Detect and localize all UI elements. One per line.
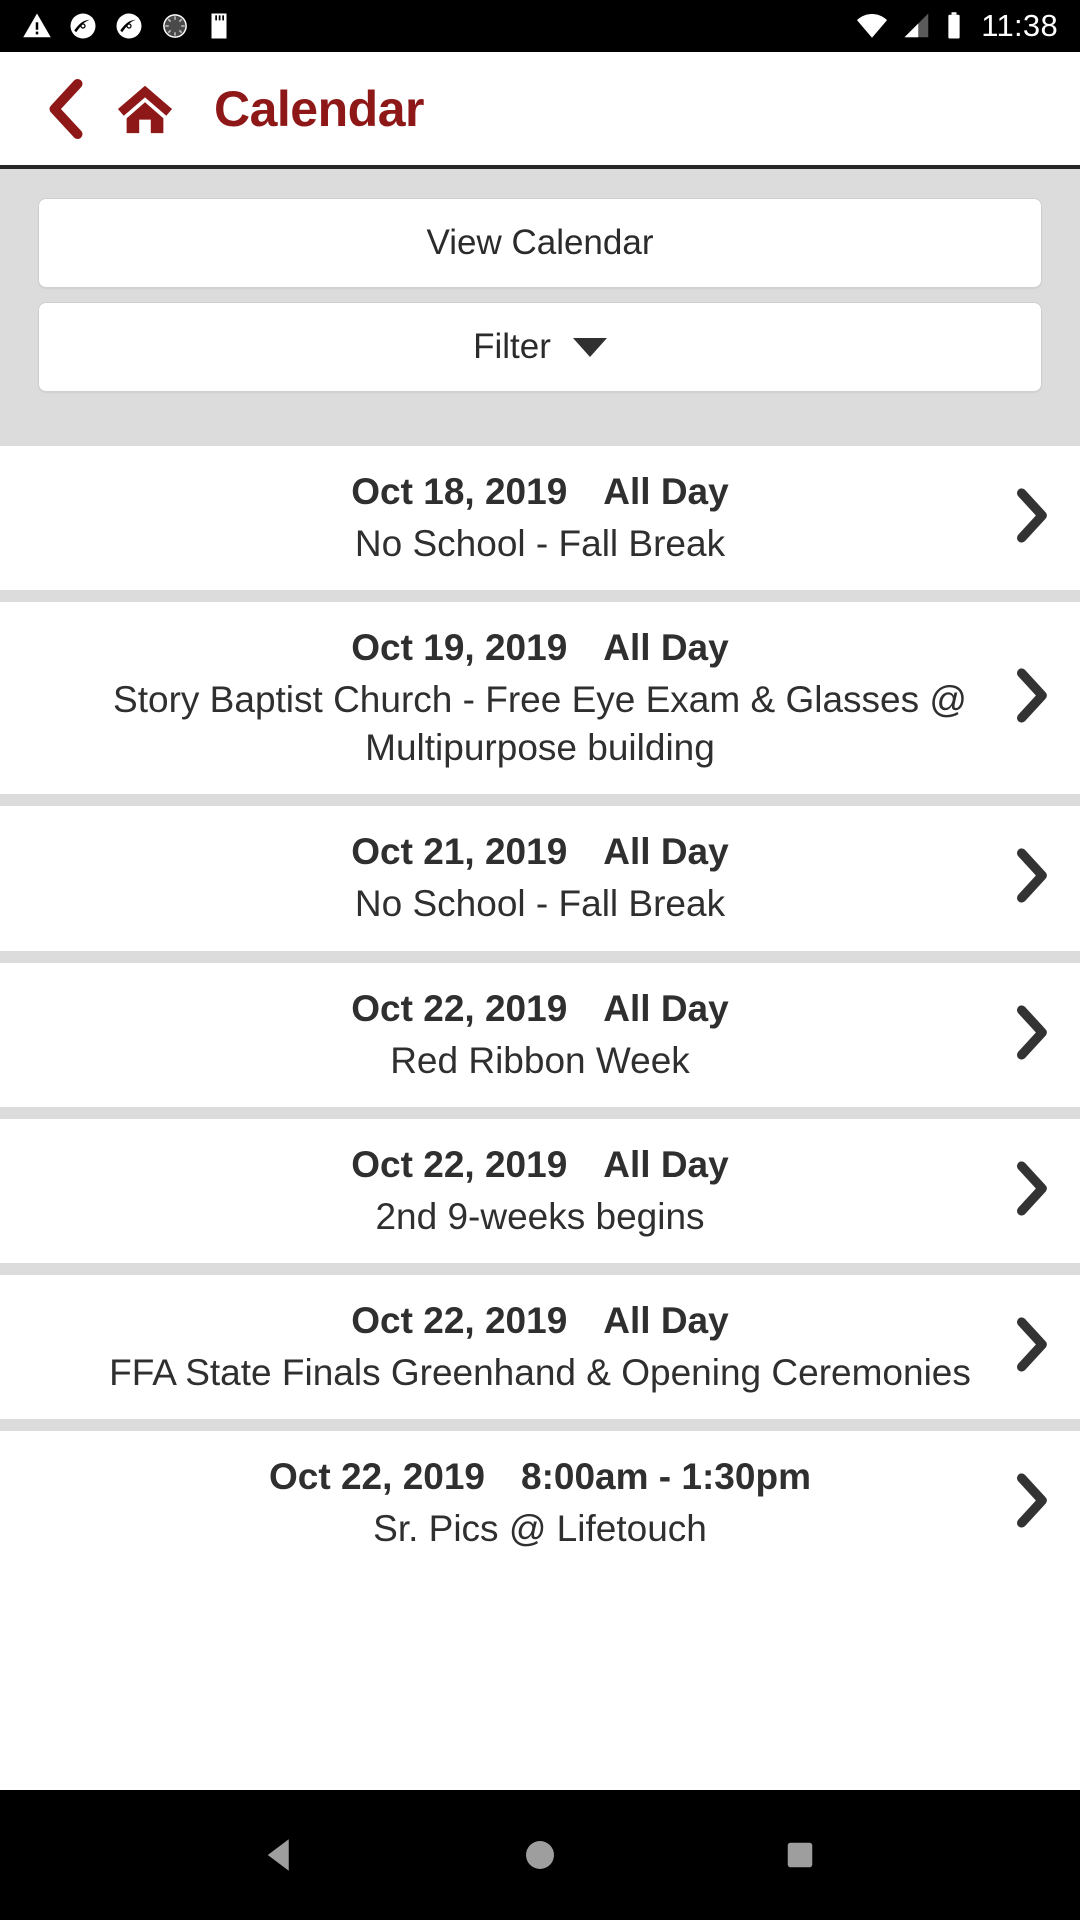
row-chevron-icon[interactable] — [1012, 1004, 1050, 1065]
home-icon[interactable] — [114, 80, 176, 138]
sync-icon — [70, 13, 96, 39]
event-text-block: Oct 22, 2019 8:00am - 1:30pm Sr. Pics @ Li… — [86, 1451, 994, 1553]
event-date: Oct 22, 2019 — [351, 1299, 568, 1341]
event-row[interactable]: Oct 22, 2019 8:00am - 1:30pm Sr. Pics @ Li… — [0, 1430, 1080, 1576]
page-title: Calendar — [214, 80, 424, 137]
wifi-icon — [857, 13, 888, 38]
event-meta: Oct 22, 2019 All Day — [86, 1295, 994, 1346]
event-text-block: Oct 21, 2019 All Day No School - Fall Brea… — [86, 826, 994, 928]
event-row[interactable]: Oct 21, 2019 All Day No School - Fall Brea… — [0, 806, 1080, 951]
event-title: Red Ribbon Week — [390, 1039, 690, 1081]
row-chevron-icon[interactable] — [1012, 668, 1050, 729]
event-meta: Oct 22, 2019 All Day — [86, 983, 994, 1034]
event-row[interactable]: Oct 18, 2019 All Day No School - Fall Brea… — [0, 446, 1080, 591]
event-row[interactable]: Oct 19, 2019 All Day Story Baptist Church … — [0, 602, 1080, 795]
cellular-signal-icon — [904, 13, 929, 38]
event-time: All Day — [603, 987, 729, 1029]
row-separator — [0, 1106, 1080, 1119]
row-chevron-icon[interactable] — [1012, 488, 1050, 549]
event-row[interactable]: Oct 22, 2019 All Day Red Ribbon Week — [0, 962, 1080, 1107]
event-title: No School - Fall Break — [354, 523, 726, 565]
row-chevron-icon[interactable] — [1012, 1160, 1050, 1221]
filter-button[interactable]: Filter — [38, 302, 1042, 392]
event-date: Oct 22, 2019 — [351, 987, 568, 1029]
android-nav-bar — [0, 1790, 1080, 1920]
event-row[interactable]: Oct 22, 2019 All Day 2nd 9-weeks begins — [0, 1118, 1080, 1263]
view-calendar-label: View Calendar — [426, 223, 654, 262]
back-chevron-icon[interactable] — [44, 78, 88, 140]
row-separator — [0, 1262, 1080, 1275]
event-text-block: Oct 22, 2019 All Day FFA State Finals Gree… — [86, 1295, 994, 1397]
event-title: FFA State Finals Greenhand & Opening Cer… — [109, 1351, 971, 1393]
event-date: Oct 22, 2019 — [351, 1143, 568, 1185]
event-meta: Oct 22, 2019 8:00am - 1:30pm — [86, 1451, 994, 1502]
row-separator — [0, 590, 1080, 603]
event-text-block: Oct 19, 2019 All Day Story Baptist Church … — [86, 622, 994, 772]
event-text-block: Oct 22, 2019 All Day Red Ribbon Week — [86, 983, 994, 1085]
warning-triangle-icon — [23, 13, 51, 38]
app-header: Calendar — [0, 52, 1080, 169]
filter-label: Filter — [473, 327, 551, 366]
event-time: 8:00am - 1:30pm — [521, 1455, 811, 1497]
event-time: All Day — [603, 471, 729, 512]
event-meta: Oct 18, 2019 All Day — [86, 466, 994, 517]
calendar-toolbar: View Calendar Filter — [0, 169, 1080, 446]
sd-card-icon — [211, 13, 227, 39]
nav-recents-square-icon[interactable] — [779, 1834, 821, 1876]
status-bar-right-icons: 11:38 — [855, 8, 1058, 44]
event-title: Sr. Pics @ Lifetouch — [373, 1507, 707, 1549]
sync-icon — [116, 13, 142, 39]
status-bar-left-icons — [22, 11, 232, 41]
event-text-block: Oct 18, 2019 All Day No School - Fall Brea… — [86, 466, 994, 568]
row-chevron-icon[interactable] — [1012, 848, 1050, 909]
loading-spinner-icon — [163, 14, 187, 38]
event-meta: Oct 21, 2019 All Day — [86, 826, 994, 877]
caret-down-icon — [572, 337, 607, 357]
event-list[interactable]: Oct 18, 2019 All Day No School - Fall Brea… — [0, 446, 1080, 1790]
event-date: Oct 18, 2019 — [351, 471, 568, 512]
event-date: Oct 22, 2019 — [269, 1455, 485, 1497]
status-bar: 11:38 — [0, 0, 1080, 52]
event-title: 2nd 9-weeks begins — [375, 1195, 705, 1237]
row-chevron-icon[interactable] — [1012, 1316, 1050, 1377]
view-calendar-button[interactable]: View Calendar — [38, 198, 1042, 288]
event-row[interactable]: Oct 22, 2019 All Day FFA State Finals Gree… — [0, 1274, 1080, 1419]
status-bar-clock: 11:38 — [981, 8, 1058, 43]
row-separator — [0, 950, 1080, 963]
event-date: Oct 19, 2019 — [351, 627, 568, 669]
nav-home-circle-icon[interactable] — [519, 1834, 561, 1876]
event-meta: Oct 22, 2019 All Day — [86, 1139, 994, 1190]
event-title: Story Baptist Church - Free Eye Exam & G… — [113, 679, 967, 769]
battery-icon — [948, 12, 960, 39]
event-meta: Oct 19, 2019 All Day — [86, 622, 994, 673]
row-separator — [0, 1418, 1080, 1431]
event-time: All Day — [603, 1143, 729, 1185]
event-time: All Day — [603, 1299, 729, 1341]
event-time: All Day — [603, 627, 729, 669]
event-text-block: Oct 22, 2019 All Day 2nd 9-weeks begins — [86, 1139, 994, 1241]
row-chevron-icon[interactable] — [1012, 1473, 1050, 1534]
nav-back-triangle-icon[interactable] — [259, 1834, 301, 1876]
row-separator — [0, 794, 1080, 807]
event-date: Oct 21, 2019 — [351, 831, 568, 873]
event-title: No School - Fall Break — [354, 883, 726, 925]
event-time: All Day — [603, 831, 729, 873]
